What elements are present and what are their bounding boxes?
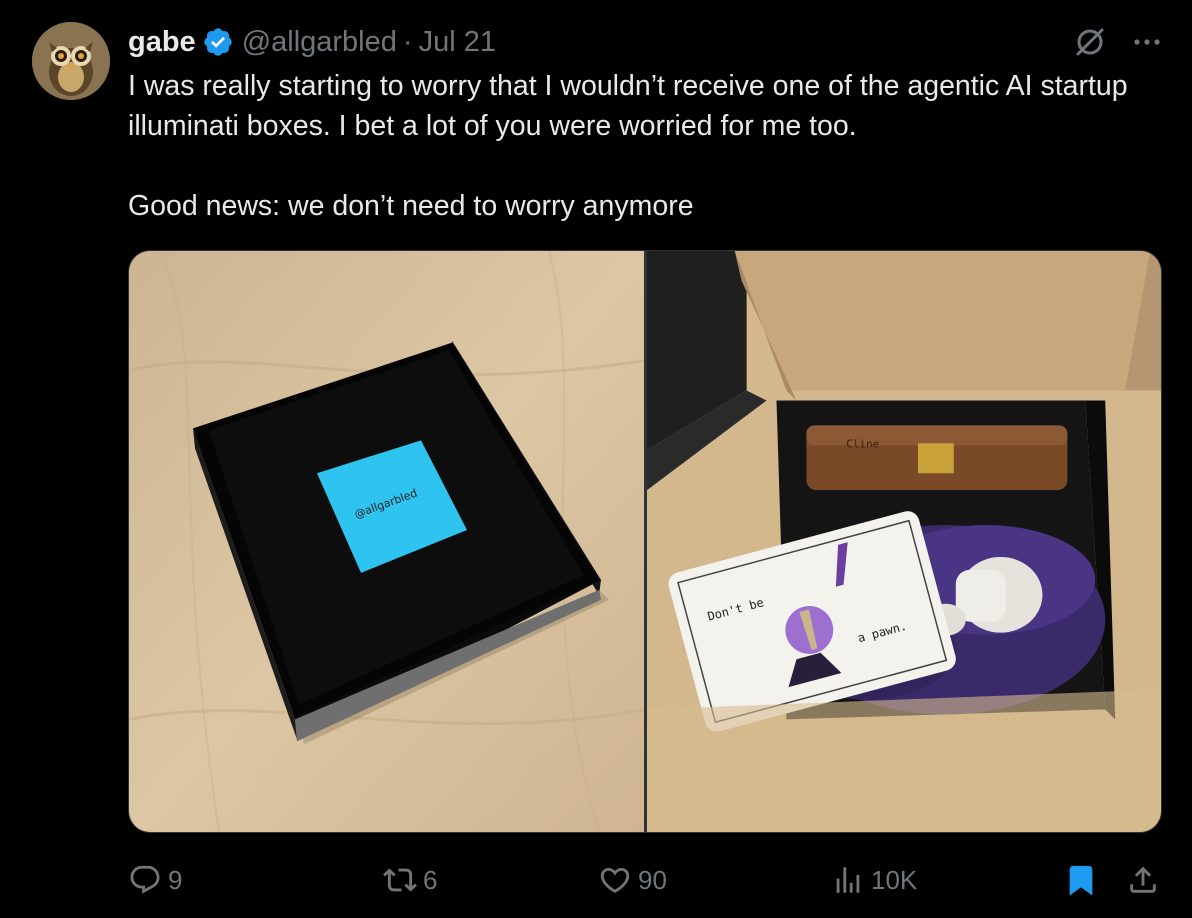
more-icon[interactable] bbox=[1130, 25, 1164, 59]
display-name[interactable]: gabe bbox=[128, 26, 196, 59]
views-button[interactable]: 10K bbox=[831, 858, 917, 902]
avatar[interactable] bbox=[32, 22, 110, 100]
wood-box-label: Cline bbox=[846, 437, 879, 450]
photo-black-box[interactable]: @allgarbled bbox=[129, 251, 644, 832]
grok-icon[interactable] bbox=[1072, 24, 1108, 60]
like-button[interactable]: 90 bbox=[598, 858, 667, 902]
bookmark-icon bbox=[1069, 865, 1093, 896]
tweet-header: gabe @allgarbled · Jul 21 bbox=[128, 24, 496, 60]
top-right-icons bbox=[1072, 24, 1164, 60]
tweet-text-paragraph-2: Good news: we don’t need to worry anymor… bbox=[128, 190, 694, 222]
open-box-photo-image: Cline Don't be a pawn. bbox=[647, 251, 1161, 832]
tweet-date[interactable]: Jul 21 bbox=[419, 26, 496, 59]
views-icon bbox=[836, 867, 860, 893]
reply-count: 9 bbox=[168, 864, 183, 895]
repost-icon bbox=[383, 868, 417, 892]
tweet-text: I was really starting to worry that I wo… bbox=[128, 66, 1158, 226]
separator: · bbox=[402, 25, 413, 58]
reply-button[interactable]: 9 bbox=[128, 858, 182, 902]
handle[interactable]: @allgarbled bbox=[242, 26, 397, 59]
media-gallery: @allgarbled Cline Don't be a pawn. bbox=[128, 250, 1162, 833]
verified-badge-icon[interactable] bbox=[202, 26, 234, 58]
like-icon bbox=[600, 867, 630, 893]
black-box-photo-image: @allgarbled bbox=[129, 251, 644, 832]
tweet-text-paragraph-1: I was really starting to worry that I wo… bbox=[128, 70, 1128, 142]
share-icon bbox=[1130, 866, 1156, 893]
like-count: 90 bbox=[638, 864, 667, 895]
action-bar: 9 6 90 10K bbox=[128, 858, 1162, 902]
share-button[interactable] bbox=[1126, 858, 1160, 902]
owl-avatar-image bbox=[32, 22, 110, 100]
bookmark-button[interactable] bbox=[1064, 858, 1098, 902]
views-count: 10K bbox=[871, 864, 918, 895]
tweet[interactable]: gabe @allgarbled · Jul 21 I was really s… bbox=[0, 0, 1192, 918]
repost-count: 6 bbox=[423, 864, 438, 895]
photo-open-box[interactable]: Cline Don't be a pawn. bbox=[647, 251, 1161, 832]
reply-icon bbox=[130, 865, 160, 894]
repost-button[interactable]: 6 bbox=[383, 858, 437, 902]
